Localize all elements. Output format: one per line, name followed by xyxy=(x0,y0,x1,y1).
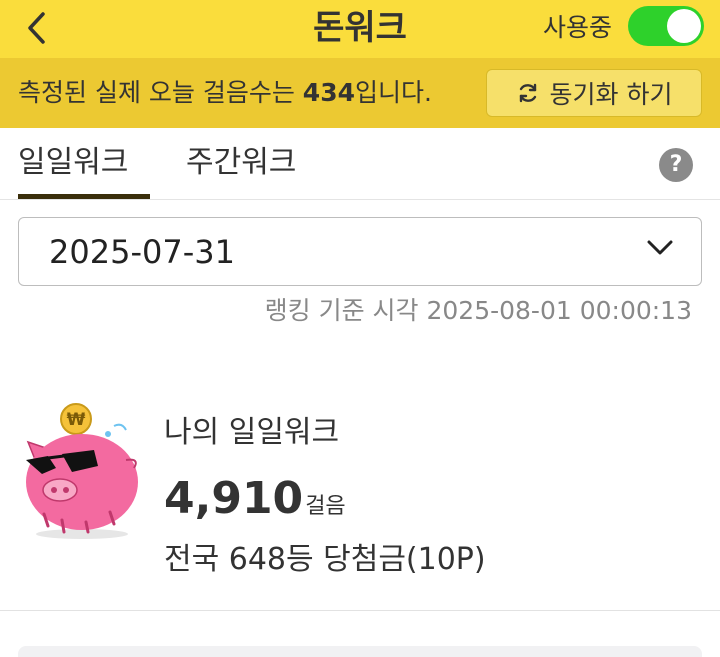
today-step-count: 434 xyxy=(302,78,355,107)
svg-text:₩: ₩ xyxy=(67,410,86,430)
refresh-icon xyxy=(519,83,536,103)
chevron-left-icon xyxy=(28,12,45,44)
section-divider xyxy=(0,610,720,611)
my-step-unit: 걸음 xyxy=(305,494,346,519)
back-button[interactable] xyxy=(14,8,58,48)
date-select[interactable]: 2025-07-31 xyxy=(18,217,702,286)
selected-date: 2025-07-31 xyxy=(49,233,235,271)
tab-weekly-walk[interactable]: 주간워크 xyxy=(186,142,296,184)
usage-toggle-label: 사용중 xyxy=(542,13,612,42)
banner-text-before: 측정된 실제 오늘 걸음수는 xyxy=(18,78,303,107)
sync-button[interactable]: 동기화 하기 xyxy=(486,69,702,117)
active-tab-indicator xyxy=(18,194,150,199)
toggle-knob xyxy=(667,9,701,43)
my-step-value: 4,910 xyxy=(164,473,304,524)
my-daily-walk-title: 나의 일일워크 xyxy=(164,415,340,450)
tab-daily-walk[interactable]: 일일워크 xyxy=(18,142,128,184)
top-app-bar: 돈워크 사용중 xyxy=(0,0,720,58)
ranking-base-time: 랭킹 기준 시각 2025-08-01 00:00:13 xyxy=(264,296,692,325)
today-steps-message: 측정된 실제 오늘 걸음수는 434입니다. xyxy=(18,75,432,111)
national-rank-prize: 전국 648등 당첨금(10P) xyxy=(164,542,486,577)
tab-bar: 일일워크 주간워크 xyxy=(0,128,720,200)
sync-button-label: 동기화 하기 xyxy=(549,80,673,109)
usage-toggle[interactable] xyxy=(628,6,704,46)
help-icon[interactable]: ? xyxy=(659,148,693,182)
pig-mascot-icon: ₩ xyxy=(26,403,138,539)
usage-toggle-group: 사용중 xyxy=(543,6,704,46)
banner-text-after: 입니다. xyxy=(354,78,432,107)
chevron-down-icon xyxy=(647,240,673,255)
next-section-card xyxy=(18,646,702,657)
today-steps-banner: 측정된 실제 오늘 걸음수는 434입니다. 동기화 하기 xyxy=(0,58,720,128)
my-step-count: 4,910걸음 xyxy=(164,472,346,526)
